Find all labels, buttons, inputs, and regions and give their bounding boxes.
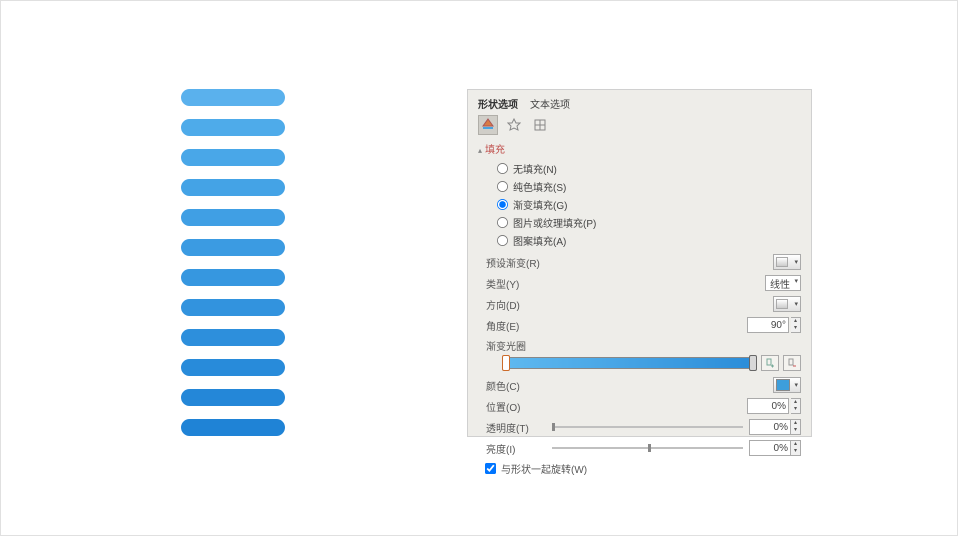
shape-pill[interactable] xyxy=(181,239,285,256)
size-properties-icon[interactable] xyxy=(530,115,550,135)
preset-gradient-label: 预设渐变(R) xyxy=(486,255,546,270)
position-spinner[interactable]: ▴▾ xyxy=(791,398,801,414)
tab-shape-options[interactable]: 形状选项 xyxy=(478,96,518,111)
shape-pill[interactable] xyxy=(181,149,285,166)
brightness-input[interactable] xyxy=(749,440,791,456)
shape-pill[interactable] xyxy=(181,179,285,196)
position-label: 位置(O) xyxy=(486,399,546,414)
transparency-spinner[interactable]: ▴▾ xyxy=(791,419,801,435)
angle-input[interactable] xyxy=(747,317,789,333)
shape-pill[interactable] xyxy=(181,119,285,136)
rotate-with-shape-checkbox[interactable]: 与形状一起旋转(W) xyxy=(478,461,801,476)
add-gradient-stop-button[interactable] xyxy=(761,355,779,371)
fill-line-icon[interactable] xyxy=(478,115,498,135)
position-input[interactable] xyxy=(747,398,789,414)
shape-pill[interactable] xyxy=(181,299,285,316)
effects-icon[interactable] xyxy=(504,115,524,135)
type-label: 类型(Y) xyxy=(486,276,546,291)
radio-no-fill[interactable]: 无填充(N) xyxy=(496,161,801,176)
radio-solid-fill[interactable]: 纯色填充(S) xyxy=(496,179,801,194)
transparency-label: 透明度(T) xyxy=(486,420,546,435)
brightness-slider[interactable] xyxy=(552,447,743,449)
panel-tabs: 形状选项 文本选项 xyxy=(478,96,801,111)
color-label: 颜色(C) xyxy=(486,378,546,393)
gradient-stop-handle[interactable] xyxy=(502,355,510,371)
transparency-input[interactable] xyxy=(749,419,791,435)
color-swatch-icon xyxy=(776,379,790,391)
gradient-stop-handle[interactable] xyxy=(749,355,757,371)
fill-radio-group: 无填充(N) 纯色填充(S) 渐变填充(G) 图片或纹理填充(P) 图案填充(A… xyxy=(478,161,801,248)
direction-label: 方向(D) xyxy=(486,297,546,312)
direction-dropdown[interactable]: ▾ xyxy=(773,296,801,312)
shape-pill[interactable] xyxy=(181,89,285,106)
shape-pill[interactable] xyxy=(181,389,285,406)
fill-section-header[interactable]: 填充 xyxy=(478,141,801,156)
transparency-slider[interactable] xyxy=(552,426,743,428)
radio-gradient-fill[interactable]: 渐变填充(G) xyxy=(496,197,801,212)
angle-label: 角度(E) xyxy=(486,318,546,333)
remove-gradient-stop-button[interactable] xyxy=(783,355,801,371)
brightness-label: 亮度(I) xyxy=(486,441,546,456)
color-dropdown[interactable]: ▾ xyxy=(773,377,801,393)
angle-spinner[interactable]: ▴▾ xyxy=(791,317,801,333)
radio-picture-fill[interactable]: 图片或纹理填充(P) xyxy=(496,215,801,230)
tool-icon-row xyxy=(478,115,801,135)
shape-pill[interactable] xyxy=(181,359,285,376)
format-shape-panel: 形状选项 文本选项 填充 无填充(N) 纯色填充(S) 渐变填充(G) 图片或纹… xyxy=(467,89,812,437)
gradient-stops-bar[interactable] xyxy=(502,357,757,369)
shape-pill[interactable] xyxy=(181,419,285,436)
tab-text-options[interactable]: 文本选项 xyxy=(530,96,570,111)
shape-pill[interactable] xyxy=(181,269,285,286)
shape-pill[interactable] xyxy=(181,329,285,346)
gradient-stops-label: 渐变光圈 xyxy=(486,338,801,353)
type-dropdown[interactable]: 线性 xyxy=(765,275,801,291)
shape-pill[interactable] xyxy=(181,209,285,226)
canvas-area xyxy=(181,89,321,449)
brightness-spinner[interactable]: ▴▾ xyxy=(791,440,801,456)
radio-pattern-fill[interactable]: 图案填充(A) xyxy=(496,233,801,248)
preset-gradient-dropdown[interactable]: ▾ xyxy=(773,254,801,270)
